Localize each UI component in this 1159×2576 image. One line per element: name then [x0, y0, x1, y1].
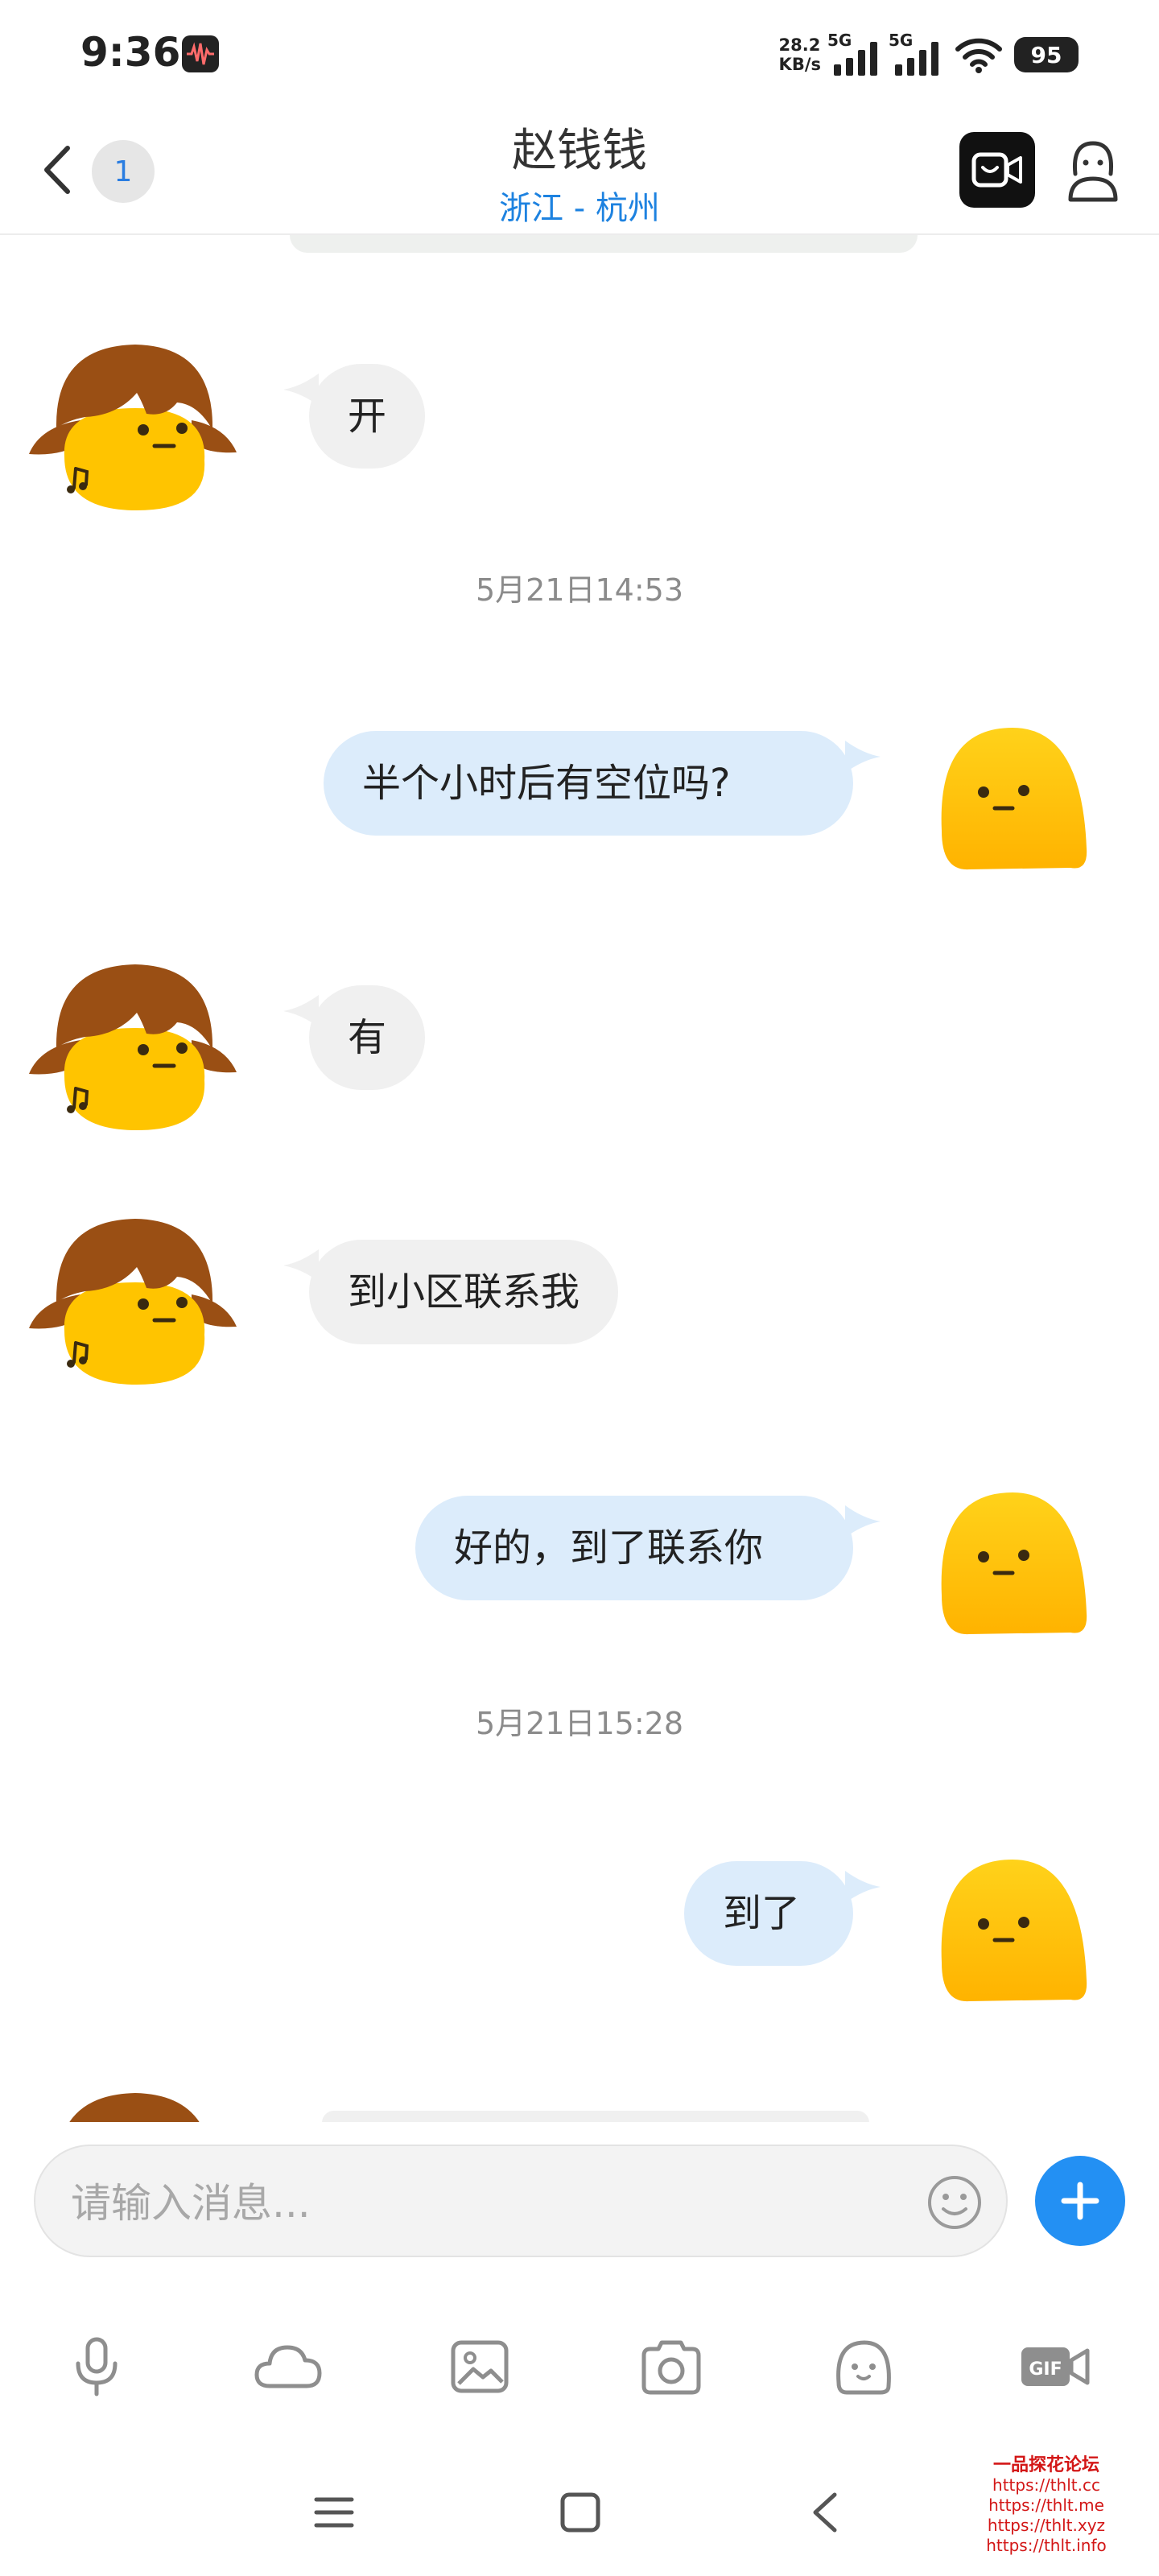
blob-avatar-icon: [941, 728, 1087, 870]
watermark-line: https://thlt.xyz: [987, 2516, 1106, 2535]
contact-avatar[interactable]: [24, 1214, 241, 1407]
message-bubble-partial[interactable]: [322, 2111, 869, 2122]
sticker-button[interactable]: [823, 2326, 903, 2407]
gif-button[interactable]: GIF: [1014, 2326, 1095, 2407]
message-input[interactable]: [69, 2170, 877, 2236]
blob-avatar-icon: [941, 1492, 1087, 1635]
watermark: 一品探花论坛 https://thlt.cc https://thlt.me h…: [966, 2455, 1127, 2556]
message-timestamp: 5月21日15:28: [475, 1706, 684, 1741]
sticker-icon: [836, 2340, 891, 2395]
plus-icon: [1061, 2182, 1099, 2220]
user-profile-icon: [1068, 141, 1118, 202]
home-button[interactable]: [544, 2476, 617, 2549]
my-avatar[interactable]: [918, 1842, 1103, 2019]
message-bubble-outgoing[interactable]: 到了: [684, 1861, 853, 1966]
map-preview-fragment: [290, 235, 918, 253]
contact-avatar-partial[interactable]: [24, 2088, 241, 2122]
bubble-tail: [845, 741, 881, 773]
network-speed-unit: KB/s: [778, 55, 821, 74]
square-icon: [560, 2492, 600, 2533]
message-bubble-outgoing[interactable]: 半个小时后有空位吗?: [324, 731, 853, 836]
cloud-icon: [254, 2345, 322, 2388]
watermark-line: https://thlt.cc: [992, 2475, 1100, 2495]
menu-icon: [314, 2497, 354, 2528]
network-speed: 28.2 KB/s: [779, 35, 821, 74]
signal-type-label: 5G: [889, 31, 914, 50]
girl-avatar-icon: [29, 345, 237, 510]
watermark-title: 一品探花论坛: [992, 2455, 1099, 2475]
bubble-tail: [845, 1505, 881, 1538]
gif-icon: GIF: [1021, 2347, 1090, 2386]
recent-apps-button[interactable]: [298, 2476, 370, 2549]
bubble-tail: [845, 1871, 881, 1903]
message-timestamp: 5月21日14:53: [475, 572, 684, 608]
video-call-button[interactable]: [959, 132, 1035, 208]
message-bubble-incoming[interactable]: 开: [309, 364, 426, 469]
profile-button[interactable]: [1059, 137, 1127, 204]
message-input-box[interactable]: [34, 2145, 1008, 2257]
signal-strength-1: 5G: [827, 31, 882, 76]
wifi-icon: [955, 38, 1002, 73]
battery-indicator: 95: [1014, 37, 1079, 72]
chat-message-list[interactable]: 开 5月21日14:53 半个小时后有空位吗? 有 到小区联系我 好的，到了联系…: [0, 235, 1159, 2122]
status-time: 9:36: [80, 29, 181, 76]
blob-avatar-icon: [941, 1860, 1087, 2002]
chat-toolbar: GIF: [0, 2302, 1159, 2415]
camera-icon: [641, 2340, 701, 2395]
chevron-left-icon: [813, 2492, 837, 2533]
screen-recorder-icon: [182, 35, 219, 72]
watermark-line: https://thlt.info: [986, 2536, 1107, 2555]
system-back-button[interactable]: [789, 2476, 861, 2549]
smiley-icon: [928, 2176, 981, 2229]
signal-type-label: 5G: [827, 31, 852, 50]
video-camera-icon: [971, 152, 1022, 188]
network-speed-value: 28.2: [778, 35, 821, 55]
camera-button[interactable]: [631, 2326, 711, 2407]
status-indicators: 28.2 KB/s 5G 5G 95: [779, 31, 1079, 79]
image-icon: [451, 2340, 509, 2393]
girl-avatar-icon: [69, 2093, 200, 2122]
signal-strength-2: 5G: [889, 31, 943, 76]
message-bubble-incoming[interactable]: 有: [309, 985, 426, 1090]
girl-avatar-icon: [29, 964, 237, 1130]
photo-button[interactable]: [439, 2326, 520, 2407]
contact-avatar[interactable]: [24, 960, 241, 1153]
chat-header: 1 赵钱钱 浙江 - 杭州: [0, 105, 1159, 235]
girl-avatar-icon: [29, 1219, 237, 1385]
message-input-bar: [0, 2122, 1159, 2283]
voice-message-button[interactable]: [56, 2326, 137, 2407]
watermark-line: https://thlt.me: [988, 2496, 1104, 2515]
emoji-button[interactable]: [926, 2174, 984, 2231]
message-bubble-outgoing[interactable]: 好的，到了联系你: [415, 1496, 853, 1600]
status-bar: 9:36 28.2 KB/s 5G 5G 95: [0, 0, 1159, 105]
cloud-button[interactable]: [248, 2326, 328, 2407]
contact-avatar[interactable]: [24, 340, 241, 533]
mic-icon: [76, 2337, 118, 2396]
more-options-button[interactable]: [1035, 2156, 1125, 2246]
my-avatar[interactable]: [918, 1475, 1103, 1652]
my-avatar[interactable]: [918, 710, 1103, 887]
message-bubble-incoming[interactable]: 到小区联系我: [309, 1240, 619, 1344]
svg-text:GIF: GIF: [1029, 2359, 1062, 2380]
